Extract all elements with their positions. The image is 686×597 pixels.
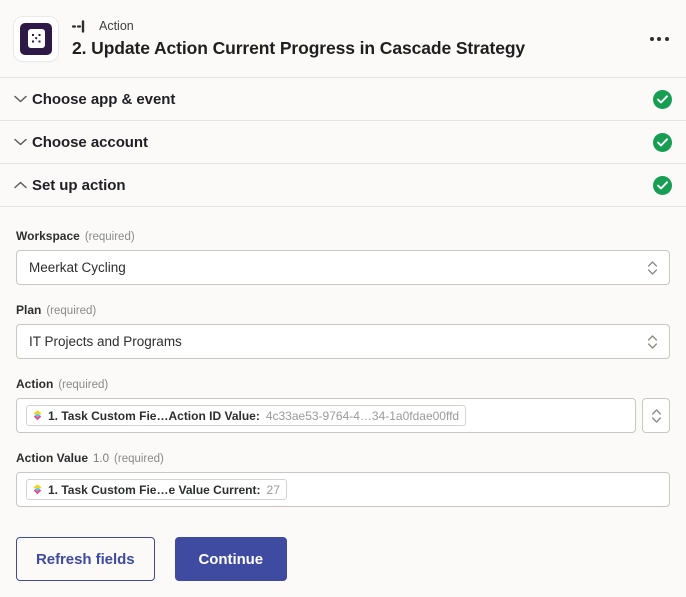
token-value: 27 (266, 482, 280, 497)
token-label: 1. Task Custom Fie…Action ID Value: (48, 408, 260, 423)
refresh-fields-button[interactable]: Refresh fields (16, 537, 155, 581)
field-label-action-value: Action Value 1.0 (required) (16, 451, 670, 465)
plan-select[interactable]: IT Projects and Programs (16, 324, 670, 359)
status-badge-complete (653, 175, 672, 195)
workspace-select[interactable]: Meerkat Cycling (16, 250, 670, 285)
accordion-row-choose-app-event[interactable]: Choose app & event (0, 78, 686, 121)
step-header-text: Action 2. Update Action Current Progress… (72, 19, 525, 59)
accordion-label: Choose app & event (32, 90, 176, 108)
step-kicker: Action (72, 19, 525, 35)
chevron-updown-icon (643, 260, 661, 276)
more-options-icon[interactable] (644, 26, 674, 52)
step-header: Action 2. Update Action Current Progress… (0, 0, 686, 78)
plan-select-value: IT Projects and Programs (29, 334, 182, 349)
accordion-row-set-up-action[interactable]: Set up action (0, 164, 686, 207)
app-icon-container (14, 16, 58, 61)
status-badge-complete (653, 89, 672, 109)
action-input[interactable]: 1. Task Custom Fie…Action ID Value: 4c33… (16, 398, 636, 433)
zapier-app-icon (20, 22, 52, 55)
data-token[interactable]: 1. Task Custom Fie…Action ID Value: 4c33… (26, 405, 467, 426)
accordion-row-choose-account[interactable]: Choose account (0, 121, 686, 164)
field-label-plan: Plan (required) (16, 303, 670, 317)
workspace-select-value: Meerkat Cycling (29, 260, 126, 275)
action-value-input[interactable]: 1. Task Custom Fie…e Value Current: 27 (16, 472, 670, 507)
more-dot (664, 36, 669, 41)
field-version-badge: 1.0 (93, 453, 110, 465)
action-dropdown-toggle[interactable] (642, 398, 670, 433)
form-actions: Refresh fields Continue (0, 525, 686, 581)
zapier-app-icon-glyph (27, 29, 45, 48)
required-hint: (required) (46, 305, 97, 317)
status-badge-complete (653, 132, 672, 152)
field-workspace: Workspace (required) Meerkat Cycling (16, 229, 670, 285)
accordion-label: Set up action (32, 176, 126, 194)
chevron-up-icon (8, 181, 32, 189)
required-hint: (required) (114, 453, 164, 465)
required-hint: (required) (84, 231, 135, 243)
clickup-icon (33, 410, 42, 421)
field-label-action: Action (required) (16, 377, 670, 391)
action-step-icon (72, 20, 85, 33)
more-dot (657, 36, 661, 41)
page-title: 2. Update Action Current Progress in Cas… (72, 37, 526, 58)
set-up-action-form: Workspace (required) Meerkat Cycling Pla… (0, 207, 686, 507)
clickup-icon (33, 484, 42, 495)
required-hint: (required) (58, 379, 109, 391)
action-input-row: 1. Task Custom Fie…Action ID Value: 4c33… (16, 398, 670, 433)
step-kicker-label: Action (99, 19, 134, 34)
field-plan: Plan (required) IT Projects and Programs (16, 303, 670, 359)
field-label-text: Action (16, 377, 54, 391)
chevron-updown-icon (651, 408, 661, 423)
chevron-down-icon (8, 138, 32, 146)
more-dot (649, 36, 654, 41)
field-action: Action (required) 1. Task Custom Fie…Act… (16, 377, 670, 433)
accordion-label: Choose account (32, 133, 148, 151)
field-label-text: Workspace (16, 229, 80, 243)
field-action-value: Action Value 1.0 (required) 1. Task Cust… (16, 451, 670, 507)
chevron-updown-icon (643, 334, 661, 350)
data-token[interactable]: 1. Task Custom Fie…e Value Current: 27 (26, 479, 287, 500)
field-label-workspace: Workspace (required) (16, 229, 670, 243)
token-value: 4c33ae53-9764-4…34-1a0fdae00ffd (265, 408, 460, 423)
field-label-text: Plan (16, 303, 42, 317)
chevron-down-icon (8, 95, 32, 103)
continue-button[interactable]: Continue (174, 537, 288, 581)
token-label: 1. Task Custom Fie…e Value Current: (48, 482, 261, 497)
field-label-text: Action Value (16, 451, 89, 465)
